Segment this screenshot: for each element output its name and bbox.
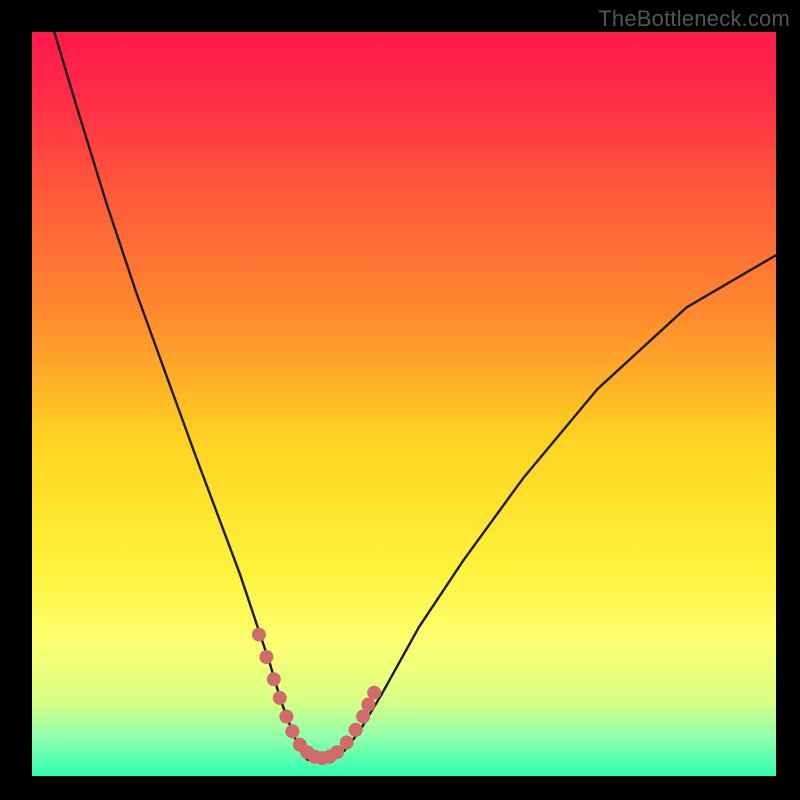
- emphasis-dot: [252, 628, 266, 642]
- watermark-text: TheBottleneck.com: [598, 6, 790, 32]
- emphasis-dot: [273, 691, 287, 705]
- emphasis-dot: [267, 672, 281, 686]
- gradient-background: [32, 32, 776, 776]
- emphasis-dot: [367, 686, 381, 700]
- chart-svg: [32, 32, 776, 776]
- emphasis-dot: [349, 723, 363, 737]
- emphasis-dot: [361, 698, 375, 712]
- chart-frame: TheBottleneck.com: [0, 0, 800, 800]
- plot-area: [32, 32, 776, 776]
- emphasis-dot: [259, 650, 273, 664]
- emphasis-dot: [279, 710, 293, 724]
- emphasis-dot: [340, 736, 354, 750]
- emphasis-dot: [285, 724, 299, 738]
- emphasis-dot: [356, 710, 370, 724]
